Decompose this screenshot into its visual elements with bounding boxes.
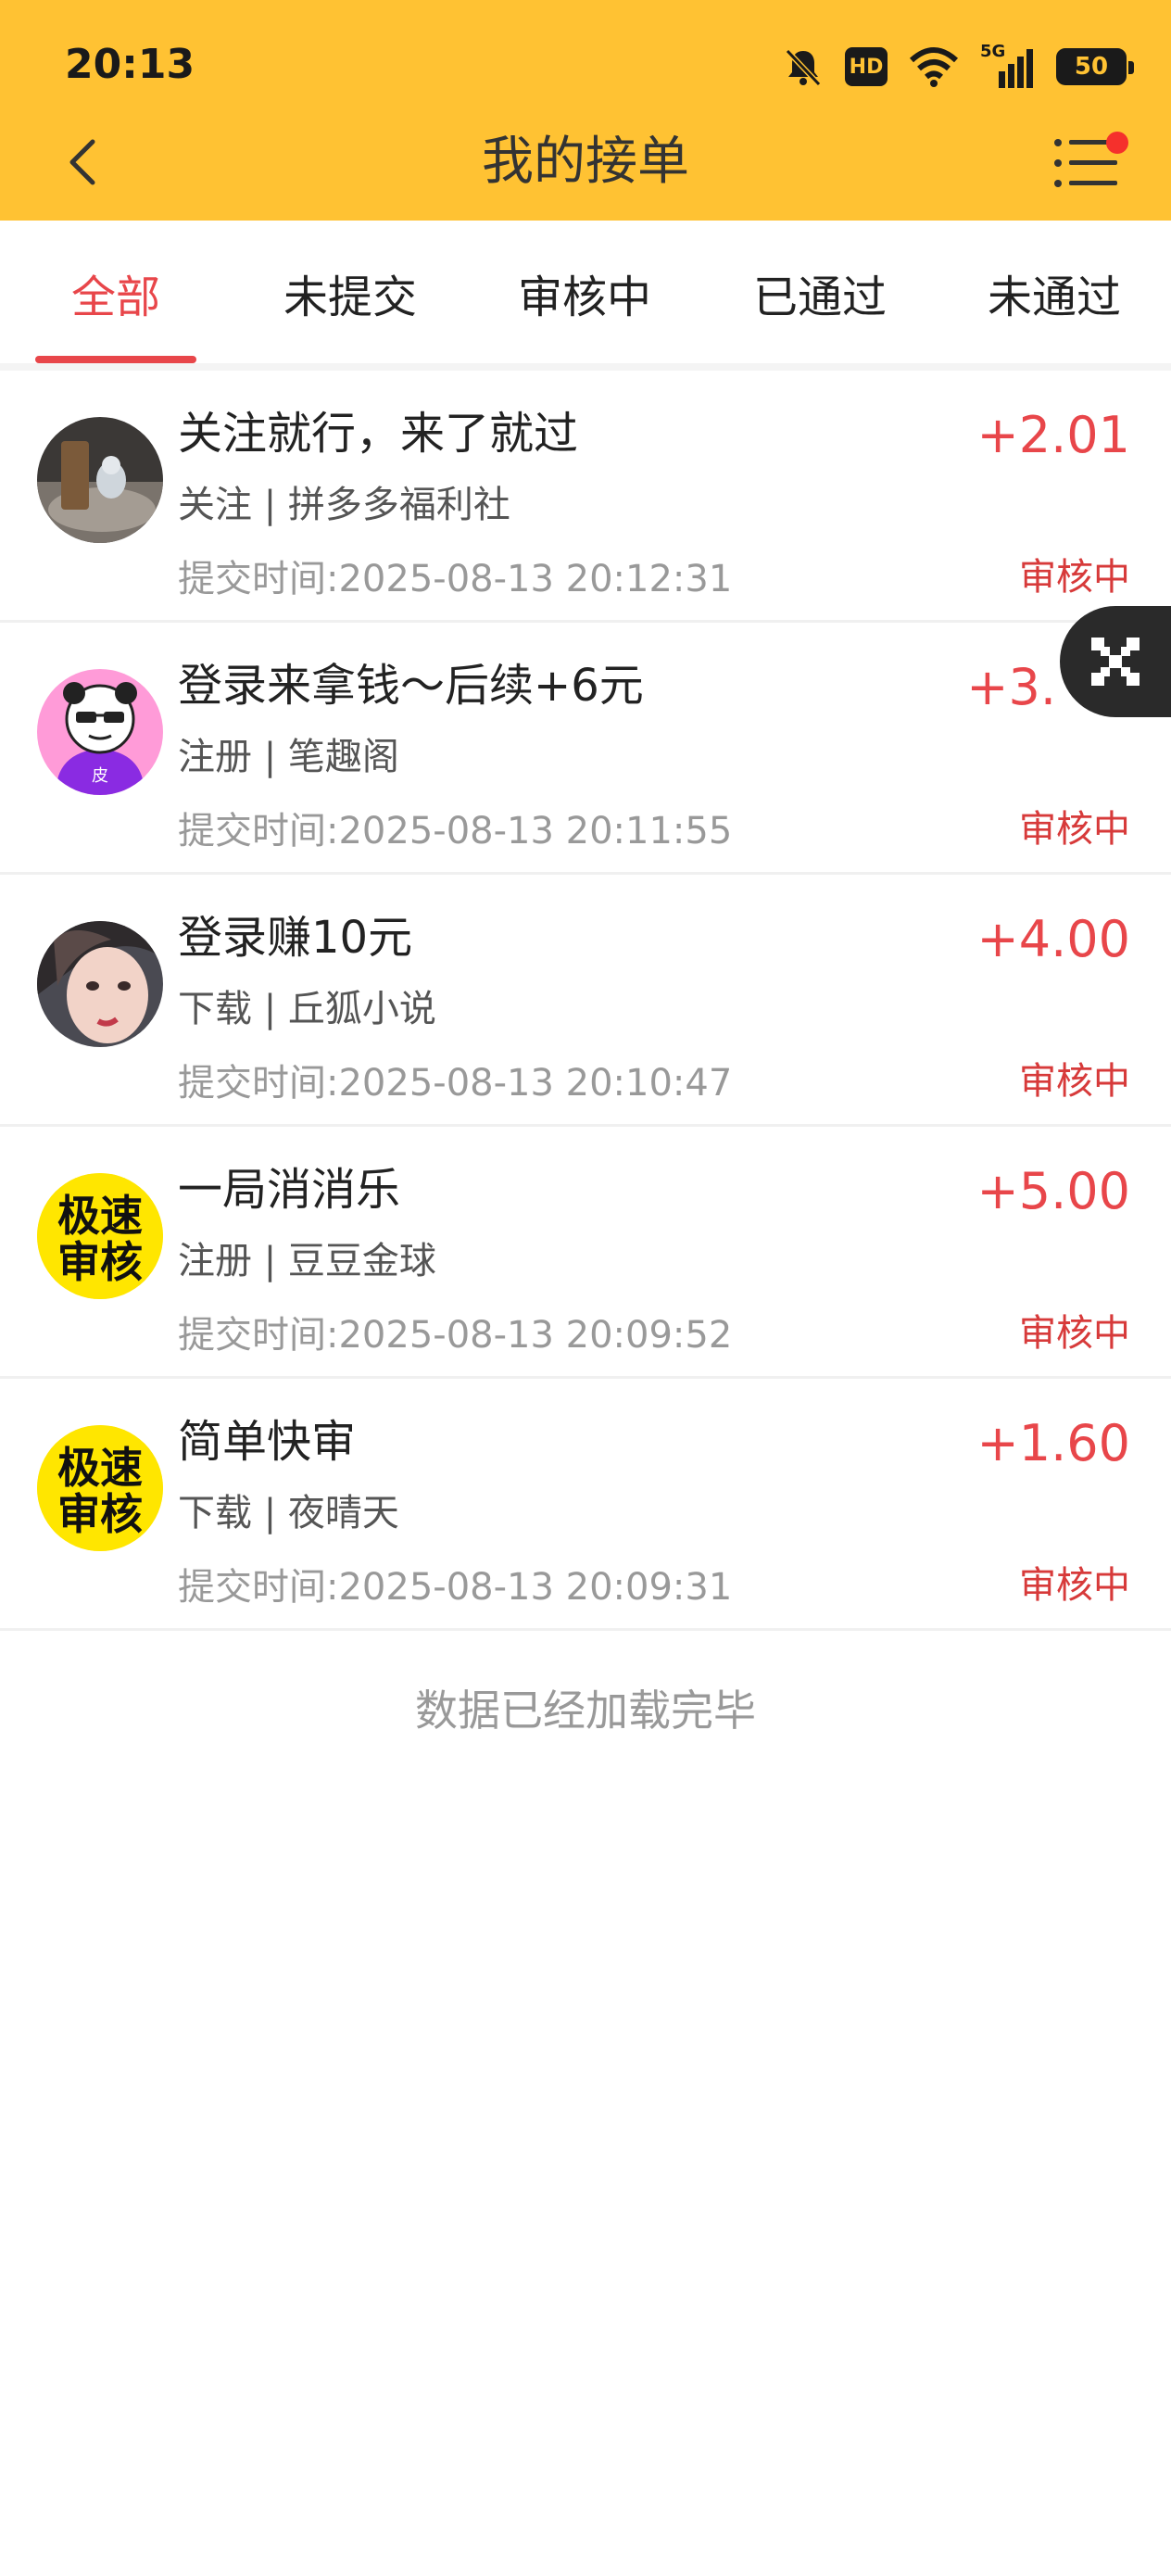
order-status: 审核中: [1019, 1564, 1130, 1607]
tab-reviewing[interactable]: 审核中: [467, 222, 702, 363]
filter-tabs: 全部 未提交 审核中 已通过 未通过: [0, 222, 1171, 371]
order-status: 审核中: [1019, 556, 1130, 599]
order-title: 一局消消乐: [178, 1164, 401, 1216]
battery-level: 50: [1074, 53, 1109, 81]
app-header: 20:13 HD 5G 50 我的接单: [0, 0, 1171, 221]
order-status: 审核中: [1019, 1312, 1130, 1355]
order-subtitle: 注册 | 豆豆金球: [178, 1240, 436, 1282]
tab-not-submitted[interactable]: 未提交: [233, 222, 467, 363]
hd-icon: HD: [845, 47, 888, 86]
avatar: 皮: [37, 669, 163, 795]
order-status: 审核中: [1019, 808, 1130, 851]
notification-dot: [1106, 132, 1128, 154]
order-amount: +4.00: [976, 910, 1130, 968]
order-row[interactable]: 极速 审核 一局消消乐 注册 | 豆豆金球 提交时间:2025-08-13 20…: [0, 1127, 1171, 1379]
order-subtitle: 注册 | 笔趣阁: [178, 736, 399, 778]
avatar-text: 审核: [57, 1489, 143, 1539]
tab-approved[interactable]: 已通过: [702, 222, 938, 363]
avatar-text: 皮: [92, 766, 108, 786]
order-title: 登录赚10元: [178, 912, 413, 964]
avatar-text: 审核: [57, 1237, 143, 1287]
status-time: 20:13: [65, 41, 195, 88]
order-amount: +5.00: [976, 1162, 1130, 1220]
order-amount: +2.01: [976, 406, 1130, 464]
order-title: 关注就行，来了就过: [178, 408, 579, 460]
tab-rejected[interactable]: 未通过: [938, 222, 1171, 363]
avatar: 极速 审核: [37, 1425, 163, 1551]
order-row[interactable]: 登录赚10元 下载 | 丘狐小说 提交时间:2025-08-13 20:10:4…: [0, 875, 1171, 1127]
order-status: 审核中: [1019, 1060, 1130, 1103]
order-amount: +1.60: [976, 1414, 1130, 1472]
order-list: 关注就行，来了就过 关注 | 拼多多福利社 提交时间:2025-08-13 20…: [0, 371, 1171, 1631]
avatar-text: 极速: [57, 1443, 143, 1493]
avatar-text: 极速: [57, 1191, 143, 1241]
order-row[interactable]: 皮 登录来拿钱～后续+6元 注册 | 笔趣阁 提交时间:2025-08-13 2…: [0, 623, 1171, 875]
active-tab-indicator: [35, 356, 196, 363]
wifi-icon: [909, 47, 959, 87]
list-end-note: 数据已经加载完毕: [415, 1686, 756, 1736]
page-title: 我的接单: [482, 132, 689, 192]
tab-all[interactable]: 全部: [0, 222, 232, 363]
order-title: 登录来拿钱～后续+6元: [178, 660, 644, 712]
order-subtitle: 下载 | 夜晴天: [178, 1492, 399, 1534]
checker-grid-icon: [1091, 638, 1140, 686]
status-icons: HD 5G 50: [782, 41, 1134, 93]
avatar: [37, 417, 163, 543]
order-row[interactable]: 关注就行，来了就过 关注 | 拼多多福利社 提交时间:2025-08-13 20…: [0, 371, 1171, 623]
order-time: 提交时间:2025-08-13 20:09:31: [178, 1566, 733, 1609]
signal-icon: 5G: [980, 42, 1036, 88]
order-subtitle: 下载 | 丘狐小说: [178, 988, 436, 1030]
avatar: [37, 921, 163, 1047]
order-time: 提交时间:2025-08-13 20:10:47: [178, 1062, 733, 1105]
battery-icon: 50: [1056, 48, 1134, 85]
network-label: 5G: [980, 42, 1006, 61]
order-row[interactable]: 极速 审核 简单快审 下载 | 夜晴天 提交时间:2025-08-13 20:0…: [0, 1379, 1171, 1631]
order-subtitle: 关注 | 拼多多福利社: [178, 484, 510, 526]
menu-button[interactable]: [1051, 130, 1128, 195]
order-time: 提交时间:2025-08-13 20:11:55: [178, 810, 733, 852]
order-title: 简单快审: [178, 1416, 357, 1468]
avatar: 极速 审核: [37, 1173, 163, 1299]
order-time: 提交时间:2025-08-13 20:09:52: [178, 1314, 733, 1357]
order-time: 提交时间:2025-08-13 20:12:31: [178, 558, 733, 600]
mute-bell-icon: [785, 48, 822, 87]
floating-action-button[interactable]: [1060, 606, 1171, 717]
order-amount: +3.: [966, 658, 1056, 716]
